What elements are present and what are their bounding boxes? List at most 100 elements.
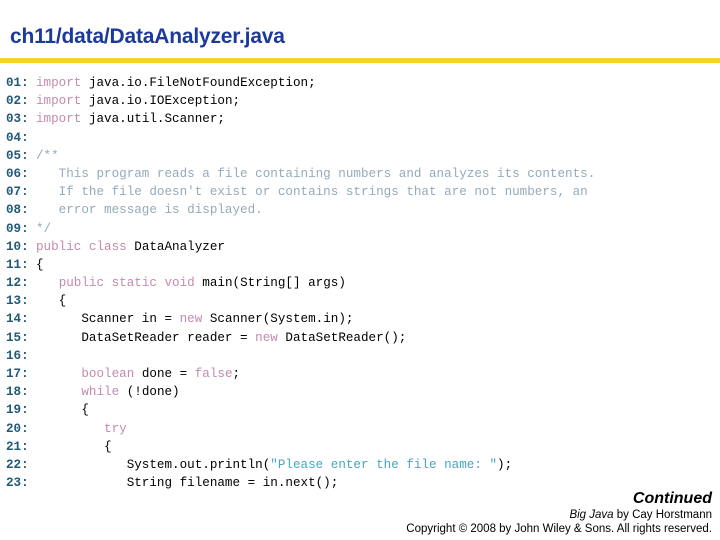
code-text: try <box>36 422 127 436</box>
code-text: { <box>36 403 89 417</box>
code-line: 15: DataSetReader reader = new DataSetRe… <box>0 329 720 347</box>
code-token-kw: while <box>81 385 120 400</box>
code-token-id <box>36 422 104 436</box>
line-number: 21: <box>6 439 29 454</box>
code-text: boolean done = false; <box>36 367 240 381</box>
code-token-id <box>36 276 59 290</box>
code-token-id: (!done) <box>119 385 180 400</box>
code-token-id: String filename = in.next(); <box>36 476 339 491</box>
code-text: { <box>36 294 67 309</box>
code-token-id: { <box>36 294 67 309</box>
slide-footer: Continued Big Java by Cay Horstmann Copy… <box>0 490 712 536</box>
line-number: 11: <box>6 257 29 272</box>
code-token-cmt: This program reads a file containing num… <box>36 166 596 181</box>
line-number: 14: <box>6 312 29 327</box>
code-line: 21: { <box>0 438 720 456</box>
code-line: 04: <box>0 129 720 147</box>
code-token-id: Scanner in = <box>36 312 180 327</box>
code-line: 06: This program reads a file containing… <box>0 165 720 183</box>
book-credit: Big Java by Cay Horstmann <box>0 508 712 522</box>
code-text: Scanner in = new Scanner(System.in); <box>36 312 353 326</box>
continued-label: Continued <box>632 490 712 507</box>
code-token-id: Scanner(System.in); <box>202 312 354 327</box>
code-token-cmt: /** <box>36 148 59 163</box>
code-token-str: "Please enter the file name: " <box>270 457 498 472</box>
code-text: public static void main(String[] args) <box>36 276 346 290</box>
code-line: 07: If the file doesn't exist or contain… <box>0 183 720 201</box>
line-number: 06: <box>6 166 29 181</box>
line-number: 18: <box>6 385 29 400</box>
code-line: 17: boolean done = false; <box>0 365 720 383</box>
code-line: 20: try <box>0 420 720 438</box>
code-token-id: java.util.Scanner; <box>81 112 225 127</box>
line-number: 10: <box>6 239 29 254</box>
code-line: 19: { <box>0 401 720 419</box>
code-text: { <box>36 258 44 272</box>
code-token-kw: new <box>179 312 203 327</box>
code-line: 22: System.out.println("Please enter the… <box>0 456 720 474</box>
line-number: 19: <box>6 403 29 418</box>
line-number: 08: <box>6 203 29 218</box>
code-text: If the file doesn't exist or contains st… <box>36 185 588 199</box>
code-line: 02: import java.io.IOException; <box>0 92 720 110</box>
code-line: 18: while (!done) <box>0 383 720 401</box>
line-number: 05: <box>6 148 29 163</box>
code-listing: 01: import java.io.FileNotFoundException;… <box>0 74 720 492</box>
code-text: { <box>36 440 112 454</box>
code-line: 08: error message is displayed. <box>0 201 720 219</box>
line-number: 07: <box>6 185 29 200</box>
code-token-id: java.io.IOException; <box>81 94 241 109</box>
code-token-id: DataSetReader reader = <box>36 330 256 345</box>
code-text: */ <box>36 222 51 236</box>
code-text: error message is displayed. <box>36 203 263 217</box>
code-line: 13: { <box>0 292 720 310</box>
code-token-id: done = <box>134 367 195 381</box>
code-text: import java.io.IOException; <box>36 94 240 108</box>
line-number: 16: <box>6 348 29 363</box>
code-token-id: ); <box>497 457 513 472</box>
line-number: 02: <box>6 94 29 109</box>
code-text: System.out.println("Please enter the fil… <box>36 458 512 472</box>
page-title: ch11/data/DataAnalyzer.java <box>10 25 285 48</box>
code-line: 10: public class DataAnalyzer <box>0 238 720 256</box>
code-line: 01: import java.io.FileNotFoundException; <box>0 74 720 92</box>
code-text: DataSetReader reader = new DataSetReader… <box>36 331 406 345</box>
book-author: by Cay Horstmann <box>613 509 712 521</box>
code-line: 03: import java.util.Scanner; <box>0 110 720 128</box>
code-text: public class DataAnalyzer <box>36 240 225 254</box>
code-text: while (!done) <box>36 385 180 400</box>
code-token-id <box>36 385 81 399</box>
code-token-cmt: error message is displayed. <box>36 203 263 218</box>
code-token-id: main(String[] args) <box>194 276 346 291</box>
line-number: 22: <box>6 457 29 472</box>
code-line: 12: public static void main(String[] arg… <box>0 274 720 292</box>
code-text: import java.io.FileNotFoundException; <box>36 76 316 90</box>
line-number: 03: <box>6 112 29 127</box>
slide-header: ch11/data/DataAnalyzer.java <box>0 0 720 63</box>
line-number: 12: <box>6 276 29 291</box>
code-text: import java.util.Scanner; <box>36 112 225 126</box>
line-number: 01: <box>6 76 29 90</box>
code-token-id: ; <box>232 367 241 381</box>
code-token-kw: import <box>36 94 82 109</box>
code-token-id: System.out.println( <box>36 457 271 472</box>
code-text: This program reads a file containing num… <box>36 166 596 181</box>
code-token-cmt: If the file doesn't exist or contains st… <box>36 185 588 200</box>
code-token-id: { <box>36 439 112 454</box>
code-token-cmt: */ <box>36 221 52 236</box>
code-token-kw: import <box>36 76 82 90</box>
code-line: 09: */ <box>0 220 720 238</box>
code-line: 11: { <box>0 256 720 274</box>
line-number: 09: <box>6 221 29 236</box>
code-token-kw: new <box>255 330 278 345</box>
code-text: /** <box>36 149 59 163</box>
code-token-kw: boolean <box>81 367 135 381</box>
code-token-id: DataSetReader(); <box>277 330 407 345</box>
code-token-kw: import <box>36 112 82 127</box>
code-token-id: DataAnalyzer <box>126 239 225 254</box>
code-text: String filename = in.next(); <box>36 476 339 491</box>
code-token-kw: public static void <box>58 276 195 291</box>
title-divider <box>0 58 720 63</box>
line-number: 13: <box>6 294 29 309</box>
code-token-kw: try <box>104 421 127 436</box>
